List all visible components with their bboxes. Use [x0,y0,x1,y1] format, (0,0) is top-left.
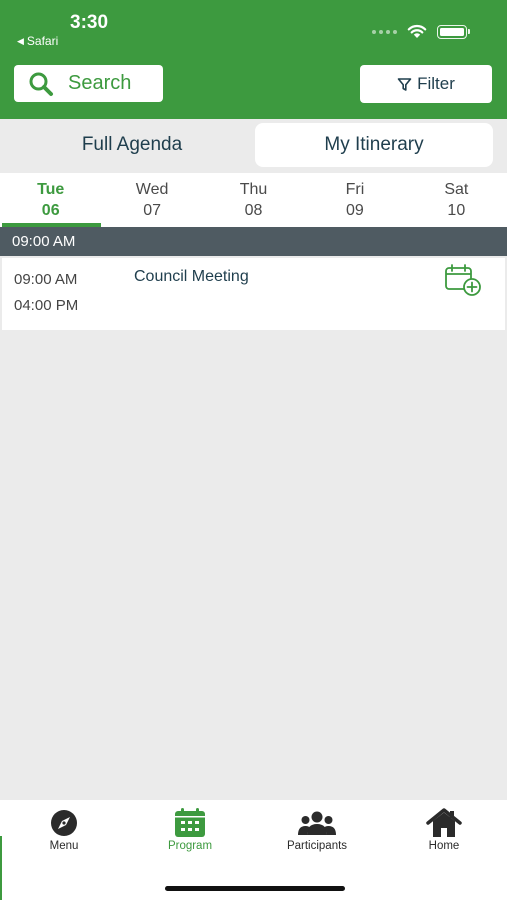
calendar-plus-icon[interactable] [444,264,482,296]
event-title: Council Meeting [134,268,249,285]
day-tab-thu[interactable]: Thu 08 [203,173,304,227]
day-date: 08 [244,202,263,219]
filter-button-label: Filter [417,74,455,93]
compass-icon [51,810,77,836]
day-tab-sat[interactable]: Sat 10 [406,173,507,227]
tab-my-itinerary[interactable]: My Itinerary [255,123,493,167]
day-date: 09 [346,202,364,219]
wifi-icon [407,24,427,38]
nav-home-label: Home [428,840,460,852]
filter-button[interactable]: Filter [360,65,492,103]
search-button-label: Search [68,72,132,94]
event-end-time: 04:00 PM [14,297,79,314]
people-icon [298,811,336,835]
filter-icon [397,77,412,91]
nav-home[interactable]: Home [389,808,499,852]
event-row[interactable]: 09:00 AM 04:00 PM Council Meeting [2,258,505,330]
day-selector: Tue 06 Wed 07 Thu 08 Fri 09 Sat 10 [0,173,507,227]
nav-program-label: Program [167,840,213,852]
event-start-time: 09:00 AM [14,271,78,288]
battery-icon [437,24,470,39]
bottom-tab-bar: Menu Program Participants Home [0,800,507,900]
day-tab-wed[interactable]: Wed 07 [101,173,202,227]
cellular-signal-icon [372,29,397,34]
calendar-icon [175,808,205,837]
day-weekday: Tue [37,181,65,198]
back-arrow-icon: ◀ [17,35,24,46]
day-weekday: Wed [135,181,169,198]
nav-participants[interactable]: Participants [262,808,372,852]
nav-participants-label: Participants [286,840,348,852]
app-screen: 3:30 ◀ Safari Search Filter Full Agenda … [0,0,507,900]
edge-accent [0,836,2,900]
day-date: 06 [41,202,60,219]
day-date: 07 [143,202,161,219]
status-time: 3:30 [70,12,109,33]
day-date: 10 [447,202,466,219]
search-icon [29,72,53,96]
search-button[interactable]: Search [14,65,163,102]
time-slot-header: 09:00 AM [0,227,507,256]
back-to-app-link[interactable]: ◀ Safari [17,34,58,48]
status-indicators [372,24,470,39]
app-header: 3:30 ◀ Safari Search Filter [0,0,507,119]
home-icon [426,808,462,837]
nav-menu[interactable]: Menu [9,808,119,852]
day-tab-tue[interactable]: Tue 06 [0,173,102,227]
agenda-segmented-control: Full Agenda My Itinerary [0,119,507,173]
day-tab-fri[interactable]: Fri 09 [304,173,405,227]
tab-full-agenda[interactable]: Full Agenda [8,123,256,167]
day-weekday: Thu [239,181,268,198]
nav-menu-label: Menu [49,840,79,852]
nav-program[interactable]: Program [135,808,245,852]
day-weekday: Sat [444,181,469,198]
day-weekday: Fri [345,181,365,198]
home-indicator[interactable] [165,886,345,891]
back-app-label: Safari [26,34,59,48]
